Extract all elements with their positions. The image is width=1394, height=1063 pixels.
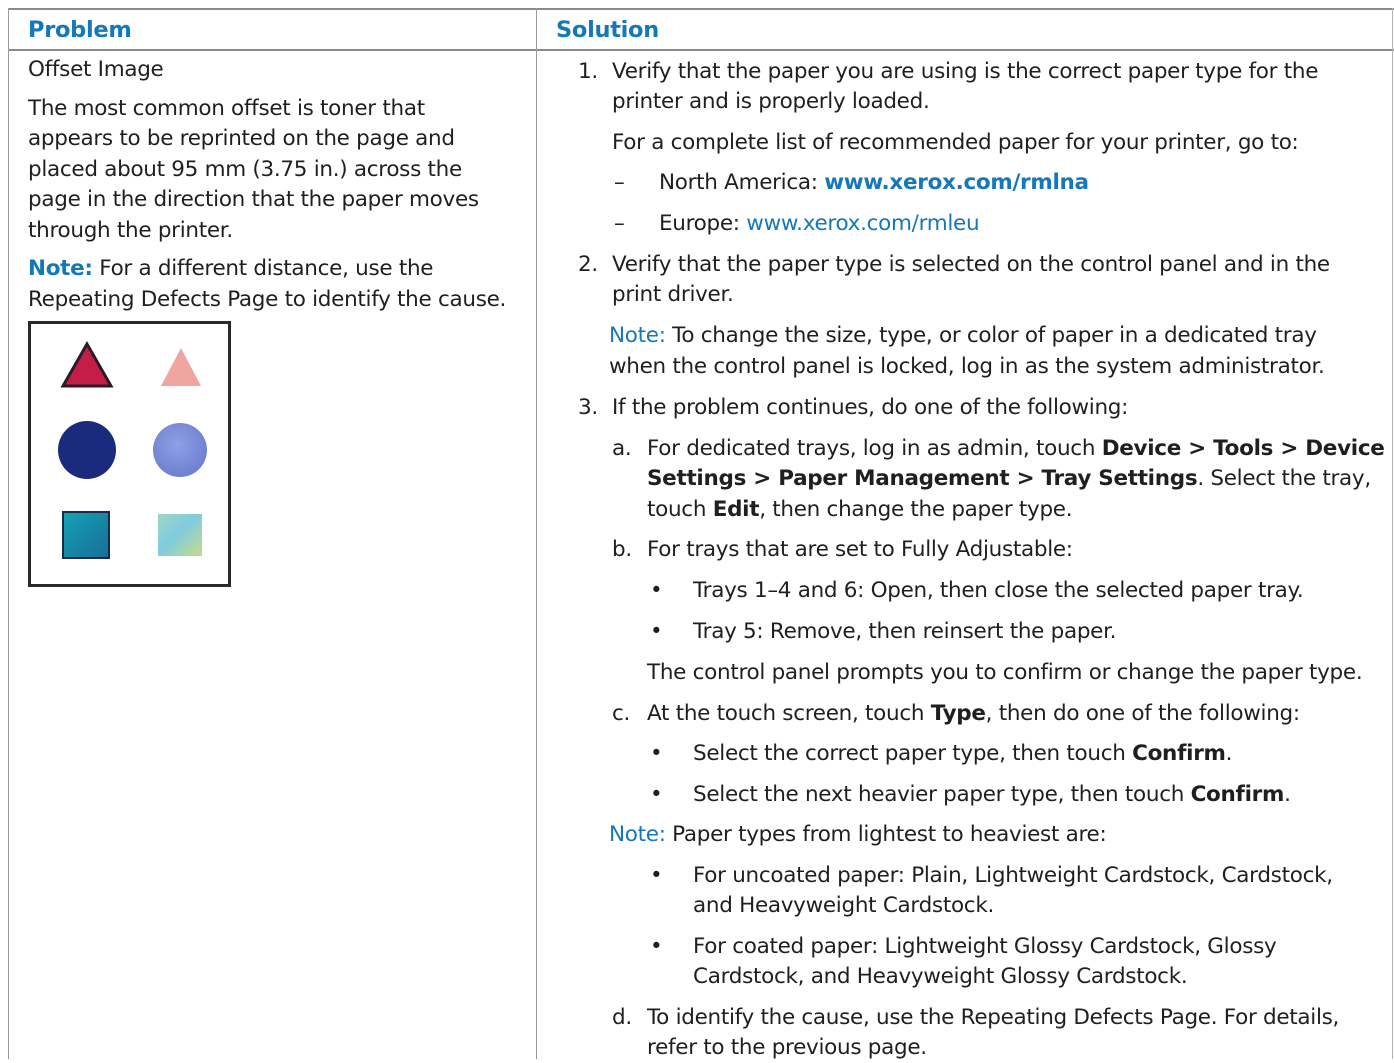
- step-2-note-line: when the control panel is locked, log in…: [609, 354, 1325, 379]
- rmlna-link[interactable]: www.xerox.com/rmlna: [824, 170, 1089, 195]
- problem-body-line: page in the direction that the paper mov…: [28, 187, 479, 212]
- note-label: Note:: [609, 822, 666, 847]
- ui-edit: Edit: [712, 497, 760, 522]
- square-icon: [158, 514, 202, 556]
- note-text: To change the size, type, or color of pa…: [665, 323, 1317, 348]
- step-1-line: printer and is properly loaded.: [612, 89, 930, 114]
- link-item-europe: Europe: www.xerox.com/rmleu: [659, 209, 980, 239]
- step-1-line: For a complete list of recommended paper…: [612, 130, 1299, 155]
- substep-letter: d.: [612, 1005, 632, 1030]
- substep-letter: c.: [612, 701, 631, 726]
- step-2-note: Note: To change the size, type, or color…: [609, 321, 1317, 351]
- step-number: 2.: [578, 252, 598, 277]
- note-text: For a different distance, use the: [92, 256, 434, 281]
- text: .: [1225, 741, 1233, 766]
- ui-path-paper-management: Paper Management: [778, 466, 1010, 491]
- note-label: Note:: [28, 256, 93, 281]
- separator: >: [746, 466, 779, 491]
- rmleu-link[interactable]: www.xerox.com/rmleu: [746, 211, 979, 236]
- substep-a-line: Settings > Paper Management > Tray Setti…: [647, 464, 1371, 494]
- table-left-border: [8, 8, 9, 1059]
- substep-b-line: For trays that are set to Fully Adjustab…: [647, 537, 1073, 562]
- separator: >: [1273, 436, 1306, 461]
- substep-letter: b.: [612, 537, 632, 562]
- problem-body-line: appears to be reprinted on the page and: [28, 126, 455, 151]
- substep-d-line: To identify the cause, use the Repeating…: [647, 1005, 1340, 1030]
- text: , then do one of the following:: [985, 701, 1300, 726]
- ui-type: Type: [930, 701, 986, 726]
- link-item-north-america: North America: www.xerox.com/rmlna: [659, 168, 1089, 198]
- separator: >: [1009, 466, 1042, 491]
- text: .: [1284, 782, 1291, 807]
- text: Select the next heavier paper type, then…: [693, 782, 1191, 807]
- text: Select the correct paper type, then touc…: [693, 741, 1133, 766]
- troubleshooting-table: Problem Solution Offset Image The most c…: [0, 0, 1394, 1060]
- dash-marker: –: [614, 170, 625, 195]
- step-3-note: Note: Paper types from lightest to heavi…: [609, 820, 1107, 850]
- bullet-icon: •: [650, 578, 663, 603]
- problem-body-line: through the printer.: [28, 218, 233, 243]
- problem-note: Note: For a different distance, use the: [28, 254, 528, 284]
- step-1-line: Verify that the paper you are using is t…: [612, 59, 1319, 84]
- ui-confirm: Confirm: [1132, 741, 1226, 766]
- bullet-item: Trays 1–4 and 6: Open, then close the se…: [693, 578, 1304, 603]
- table-right-border: [1392, 8, 1393, 1059]
- problem-header: Problem: [28, 17, 132, 43]
- table-header-rule: [8, 49, 1394, 51]
- bullet-icon: •: [650, 619, 663, 644]
- bullet-item: For coated paper: Lightweight Glossy Car…: [693, 934, 1277, 959]
- circle-icon: [153, 423, 207, 477]
- triangle-icon: [60, 340, 114, 388]
- text: , then change the paper type.: [759, 497, 1073, 522]
- square-icon: [62, 511, 110, 559]
- substep-a-line: For dedicated trays, log in as admin, to…: [647, 434, 1385, 464]
- substep-b-after: The control panel prompts you to confirm…: [647, 660, 1363, 685]
- bullet-item-cont: and Heavyweight Cardstock.: [693, 893, 995, 918]
- problem-body-line: placed about 95 mm (3.75 in.) across the: [28, 157, 462, 182]
- bullet-item: Tray 5: Remove, then reinsert the paper.: [693, 619, 1117, 644]
- bullet-item: Select the next heavier paper type, then…: [693, 780, 1291, 810]
- problem-body-line: The most common offset is toner that: [28, 96, 425, 121]
- substep-letter: a.: [612, 436, 632, 461]
- bullet-icon: •: [650, 782, 663, 807]
- link-label: North America:: [659, 170, 825, 195]
- text: For dedicated trays, log in as admin, to…: [647, 436, 1102, 461]
- substep-a-line: touch Edit, then change the paper type.: [647, 495, 1073, 525]
- text: . Select the tray,: [1197, 466, 1371, 491]
- step-number: 3.: [578, 395, 598, 420]
- note-label: Note:: [609, 323, 666, 348]
- table-top-rule: [8, 8, 1394, 10]
- offset-image-figure: [28, 321, 231, 587]
- step-2-line: print driver.: [612, 282, 734, 307]
- circle-icon: [58, 421, 116, 479]
- text: At the touch screen, touch: [647, 701, 931, 726]
- bullet-item-cont: Cardstock, and Heavyweight Glossy Cardst…: [693, 964, 1188, 989]
- offset-shapes-illustration: [58, 340, 207, 559]
- ui-path-device: Device: [1101, 436, 1182, 461]
- bullet-item: For uncoated paper: Plain, Lightweight C…: [693, 863, 1333, 888]
- ui-confirm: Confirm: [1190, 782, 1285, 807]
- bullet-icon: •: [650, 863, 663, 888]
- step-number: 1.: [578, 59, 598, 84]
- table-column-divider: [536, 8, 537, 1059]
- bullet-icon: •: [650, 741, 663, 766]
- ui-path-device-settings: Device: [1305, 436, 1385, 461]
- link-label: Europe:: [659, 211, 747, 236]
- bullet-item: Select the correct paper type, then touc…: [693, 739, 1232, 769]
- substep-c-line: At the touch screen, touch Type, then do…: [647, 699, 1300, 729]
- triangle-icon: [161, 348, 201, 386]
- text: touch: [647, 497, 713, 522]
- problem-note-line: Repeating Defects Page to identify the c…: [28, 287, 507, 312]
- ui-path-settings: Settings: [647, 466, 747, 491]
- step-2-line: Verify that the paper type is selected o…: [612, 252, 1330, 277]
- step-3-line: If the problem continues, do one of the …: [612, 395, 1129, 420]
- separator: >: [1181, 436, 1214, 461]
- solution-header: Solution: [556, 17, 659, 43]
- dash-marker: –: [614, 211, 625, 236]
- ui-path-tray-settings: Tray Settings: [1041, 466, 1198, 491]
- ui-path-tools: Tools: [1213, 436, 1274, 461]
- problem-title: Offset Image: [28, 57, 164, 82]
- note-text: Paper types from lightest to heaviest ar…: [665, 822, 1107, 847]
- bullet-icon: •: [650, 934, 663, 959]
